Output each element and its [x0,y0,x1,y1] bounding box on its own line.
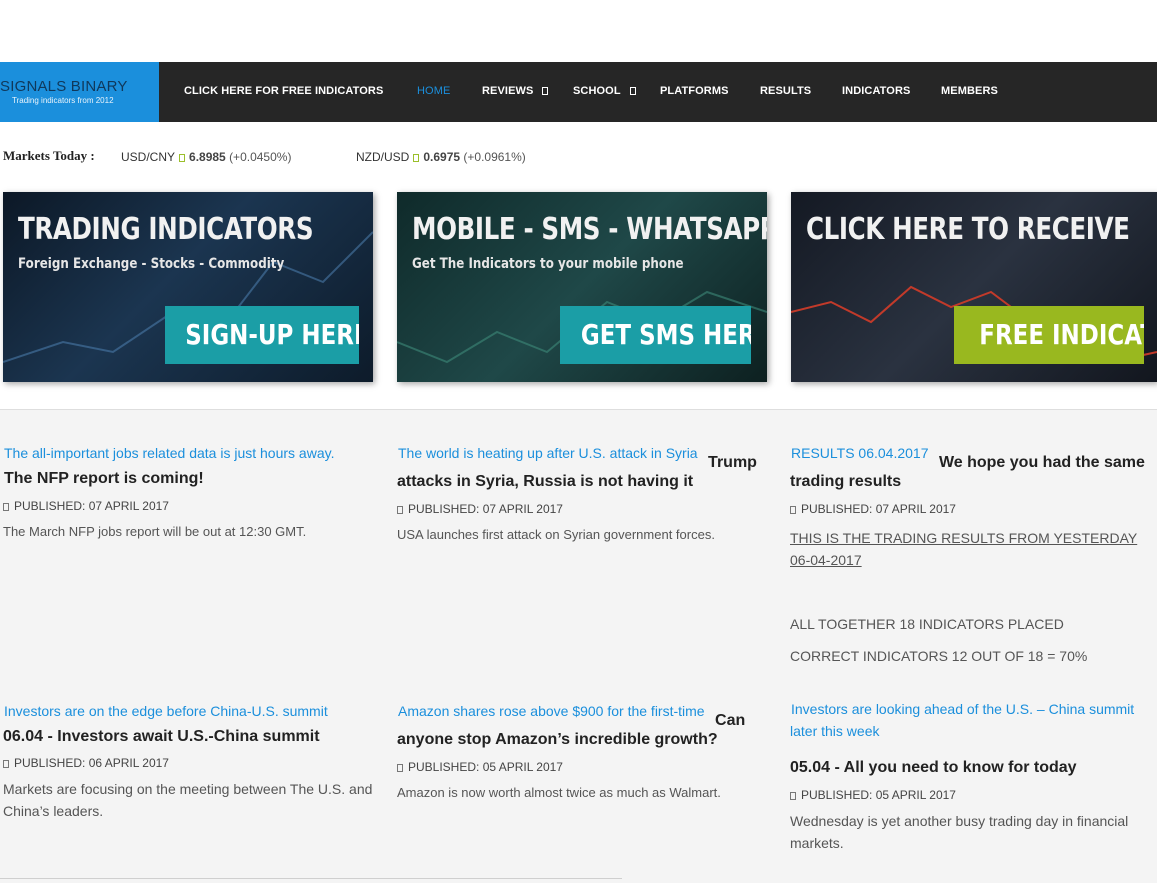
site-logo[interactable]: SIGNALS BINARY Trading indicators from 2… [0,62,159,122]
published-date: PUBLISHED: 05 APRIL 2017 [408,760,563,774]
article-title[interactable]: trading results [790,472,1157,492]
chevron-down-icon [542,87,549,95]
logo-title: SIGNALS BINARY [0,78,128,95]
nav-results[interactable]: RESULTS [760,85,811,97]
article-title[interactable]: attacks in Syria, Russia is not having i… [397,472,772,492]
banner-heading: CLICK HERE TO RECEIVE [806,212,1130,247]
nav-school-label: SCHOOL [573,85,621,97]
quote-symbol: USD/CNY [121,150,176,164]
quote-price: 0.6975 [423,150,461,164]
article-published: PUBLISHED: 05 APRIL 2017 [397,759,772,775]
calendar-icon [790,792,796,800]
calendar-icon [790,506,796,514]
results-correct: CORRECT INDICATORS 12 OUT OF 18 = 70% [790,648,1088,664]
article-card: The world is heating up after U.S. attac… [397,442,772,546]
markets-today-label: Markets Today : [3,148,95,163]
article-published: PUBLISHED: 05 APRIL 2017 [790,787,1157,803]
logo-subtitle: Trading indicators from 2012 [12,96,114,105]
article-image-alt[interactable]: The world is heating up after U.S. attac… [397,445,698,461]
banner-subheading: Get The Indicators to your mobile phone [412,256,684,272]
article-title-start[interactable]: Can [715,712,745,729]
article-image-alt[interactable]: RESULTS 06.04.2017 [790,445,929,461]
quote-price: 6.8985 [189,150,226,164]
article-card: Investors are on the edge before China-U… [3,700,378,822]
results-total: ALL TOGETHER 18 INDICATORS PLACED [790,616,1064,632]
free-indicators-button[interactable]: FREE INDICATORS [954,306,1144,364]
button-label: GET SMS HERE [580,318,751,351]
published-date: PUBLISHED: 07 APRIL 2017 [801,502,956,516]
article-title-start[interactable]: Trump [708,454,757,471]
calendar-icon [397,506,403,514]
article-head-line: The world is heating up after U.S. attac… [397,442,772,471]
article-card: Investors are looking ahead of the U.S. … [790,698,1157,854]
banner-heading: MOBILE - SMS - WHATSAPP [412,212,767,247]
quote-nzd-usd: NZD/USD 0.6975 (+0.0961%) [356,150,526,164]
nav-members[interactable]: MEMBERS [941,85,998,97]
nav-home[interactable]: HOME [417,85,450,97]
chevron-down-icon [629,87,636,95]
markets-ticker: Markets Today : USD/CNY 6.8985 (+0.0450%)… [0,122,1157,192]
quote-usd-cny: USD/CNY 6.8985 (+0.0450%) [121,150,291,164]
calendar-icon [3,503,9,511]
sign-up-button[interactable]: SIGN-UP HERE [165,306,359,364]
article-title[interactable]: 05.04 - All you need to know for today [790,758,1157,778]
article-image-alt[interactable]: Amazon shares rose above $900 for the fi… [397,703,705,719]
article-excerpt: Markets are focusing on the meeting betw… [3,781,373,819]
results-link[interactable]: THIS IS THE TRADING RESULTS FROM YESTERD… [790,527,1157,571]
button-label: SIGN-UP HERE [185,318,359,351]
article-head-line: Amazon shares rose above $900 for the fi… [397,700,772,729]
article-published: PUBLISHED: 07 APRIL 2017 [790,501,1157,517]
nav-school[interactable]: SCHOOL [573,85,636,97]
published-date: PUBLISHED: 05 APRIL 2017 [801,788,956,802]
quote-change: (+0.0450%) [229,150,292,164]
article-image-alt[interactable]: Investors are looking ahead of the U.S. … [790,698,1157,742]
banner-mobile-sms[interactable]: MOBILE - SMS - WHATSAPP Get The Indicato… [397,192,767,382]
article-head-line: RESULTS 06.04.2017 We hope you had the s… [790,442,1157,471]
main-navbar: SIGNALS BINARY Trading indicators from 2… [0,62,1157,122]
up-arrow-icon [179,154,186,162]
calendar-icon [3,760,9,768]
article-image-alt[interactable]: Investors are on the edge before China-U… [3,700,378,722]
footer-divider [0,878,622,879]
banner-trading-indicators[interactable]: TRADING INDICATORS Foreign Exchange - St… [3,192,373,382]
button-label: FREE INDICATORS [979,318,1144,351]
quote-symbol: NZD/USD [356,150,410,164]
article-title[interactable]: anyone stop Amazon’s incredible growth? [397,730,772,750]
article-card: The all-important jobs related data is j… [3,442,378,543]
nav-platforms[interactable]: PLATFORMS [660,85,729,97]
article-excerpt: The March NFP jobs report will be out at… [3,524,307,539]
banner-row: TRADING INDICATORS Foreign Exchange - St… [0,192,1157,410]
nav-free-indicators[interactable]: CLICK HERE FOR FREE INDICATORS [184,85,383,97]
nav-reviews[interactable]: REVIEWS [482,85,549,97]
banner-subheading: Foreign Exchange - Stocks - Commodity [18,256,285,272]
calendar-icon [397,764,403,772]
article-card: Amazon shares rose above $900 for the fi… [397,700,772,804]
get-sms-button[interactable]: GET SMS HERE [560,306,751,364]
articles-grid: The all-important jobs related data is j… [0,411,1157,883]
article-published: PUBLISHED: 07 APRIL 2017 [397,501,772,517]
article-excerpt: USA launches first attack on Syrian gove… [397,527,715,542]
article-image-alt[interactable]: The all-important jobs related data is j… [3,442,378,464]
up-arrow-icon [413,154,420,162]
published-date: PUBLISHED: 07 APRIL 2017 [408,502,563,516]
published-date: PUBLISHED: 07 APRIL 2017 [14,499,169,513]
article-published: PUBLISHED: 07 APRIL 2017 [3,498,378,514]
article-excerpt: Wednesday is yet another busy trading da… [790,813,1129,851]
published-date: PUBLISHED: 06 APRIL 2017 [14,756,169,770]
article-title-start[interactable]: We hope you had the same [939,454,1145,471]
nav-indicators[interactable]: INDICATORS [842,85,910,97]
article-card: RESULTS 06.04.2017 We hope you had the s… [790,442,1157,667]
banner-free-indicators[interactable]: CLICK HERE TO RECEIVE FREE INDICATORS [791,192,1157,382]
article-excerpt: Amazon is now worth almost twice as much… [397,785,721,800]
nav-reviews-label: REVIEWS [482,85,534,97]
article-title[interactable]: The NFP report is coming! [4,469,378,489]
quote-change: (+0.0961%) [463,150,526,164]
top-white-band [0,0,1157,62]
article-title[interactable]: 06.04 - Investors await U.S.-China summi… [3,727,378,747]
banner-heading: TRADING INDICATORS [18,212,314,247]
article-published: PUBLISHED: 06 APRIL 2017 [3,755,378,771]
